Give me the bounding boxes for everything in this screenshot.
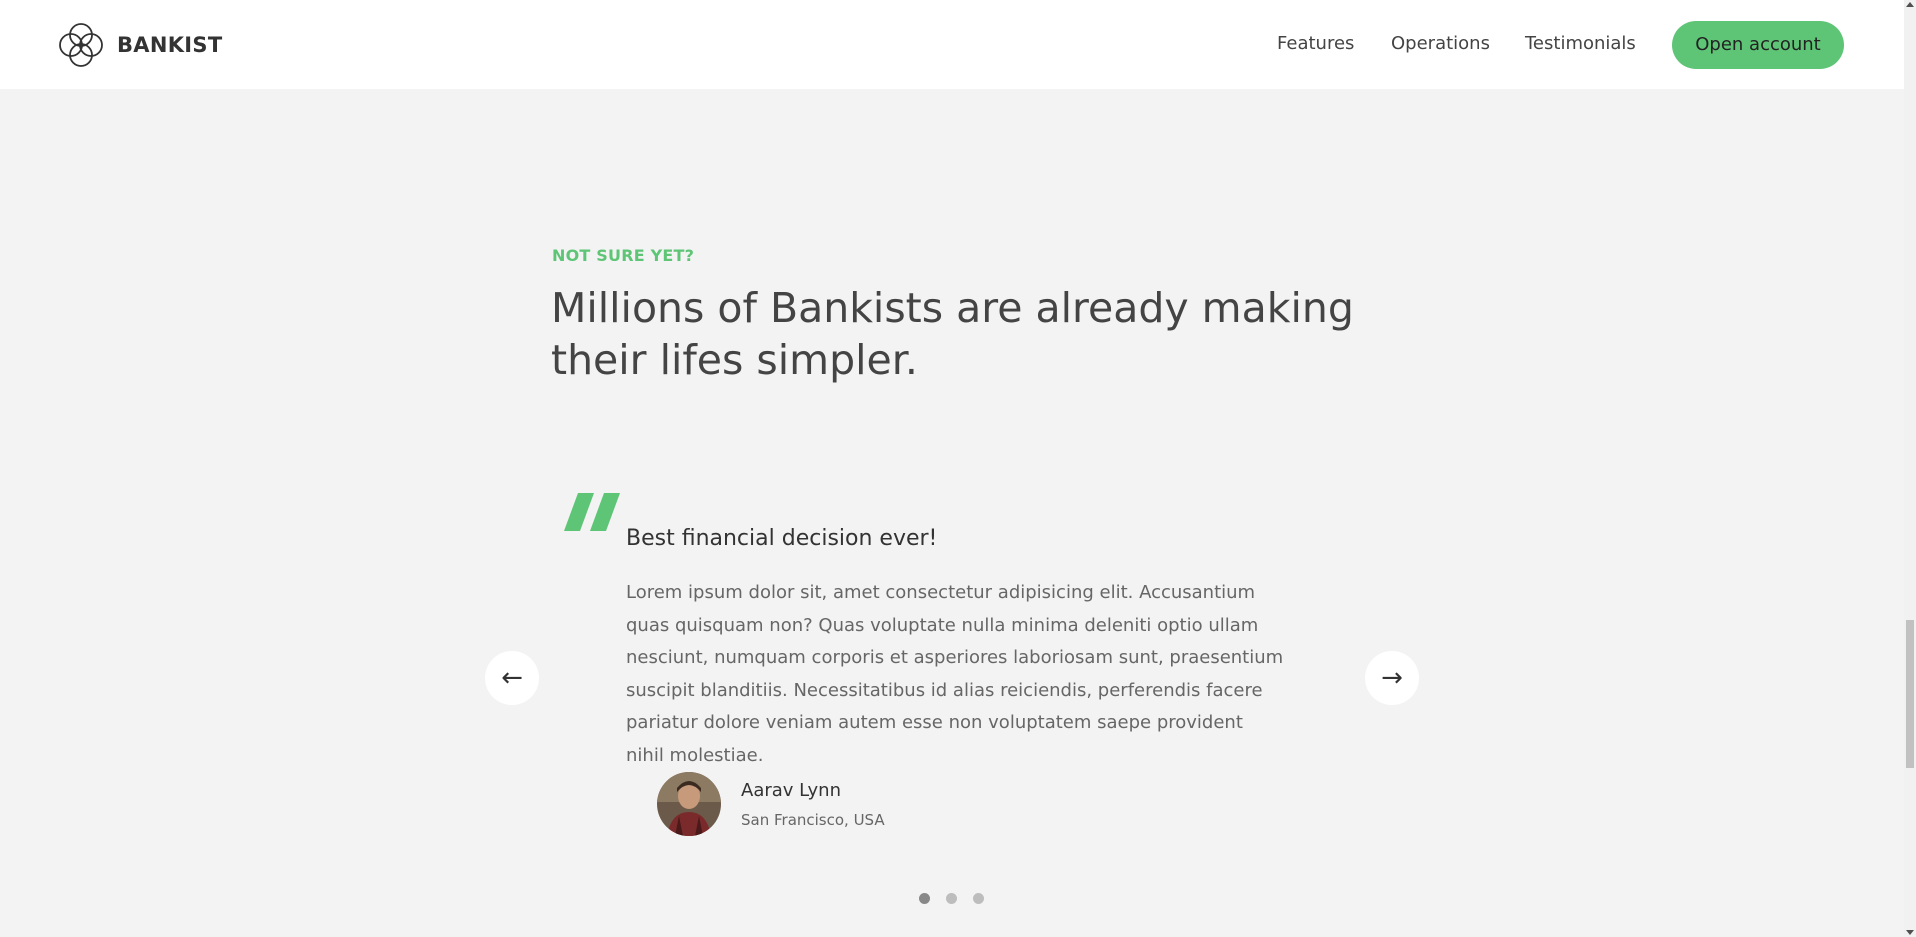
section-tag: NOT SURE YET? <box>552 246 695 265</box>
nav-link-testimonials[interactable]: Testimonials <box>1525 33 1636 54</box>
testimonial-text: Lorem ipsum dolor sit, amet consectetur … <box>626 582 1284 766</box>
author-name: Aarav Lynn <box>741 780 841 801</box>
scroll-up-icon[interactable] <box>1906 2 1914 7</box>
testimonial-heading: Best financial decision ever! <box>626 526 938 551</box>
scroll-thumb[interactable] <box>1906 620 1914 768</box>
slider-dot-3[interactable] <box>973 893 984 904</box>
brand-name: BANKIST <box>117 33 223 57</box>
slider-prev-button[interactable]: ← <box>485 651 539 705</box>
nav-link-features[interactable]: Features <box>1277 33 1354 54</box>
slider-next-button[interactable]: → <box>1365 651 1419 705</box>
slider-dot-2[interactable] <box>946 893 957 904</box>
bankist-logo-icon[interactable] <box>58 22 104 68</box>
author-location: San Francisco, USA <box>741 811 885 829</box>
section-title: Millions of Bankists are already making … <box>551 284 1354 384</box>
author-avatar <box>657 772 721 836</box>
slider-dot-1[interactable] <box>919 893 930 904</box>
top-navbar: BANKIST Features Operations Testimonials… <box>0 0 1904 89</box>
nav-link-operations[interactable]: Operations <box>1391 33 1490 54</box>
scroll-down-icon[interactable] <box>1906 930 1914 935</box>
quote-mark-icon <box>564 493 620 531</box>
open-account-button[interactable]: Open account <box>1672 21 1844 69</box>
page-scrollbar[interactable] <box>1904 0 1916 937</box>
